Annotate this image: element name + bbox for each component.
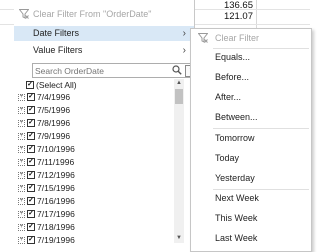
tree-item-label: (Select All)	[36, 80, 77, 90]
expand-plus-icon[interactable]: +	[18, 198, 25, 205]
date-values-tree: ✓ (Select All) + ✓ 7/4/1996 + ✓ 7/5/1996…	[18, 79, 184, 250]
checkbox-checked[interactable]: ✓	[27, 106, 35, 114]
date-filters-label: Date Filters	[33, 28, 80, 38]
checkbox-checked[interactable]: ✓	[27, 210, 35, 218]
cell-value[interactable]: 121.07	[193, 11, 253, 22]
checkbox-checked[interactable]: ✓	[27, 158, 35, 166]
submenu-item-label: Equals...	[215, 52, 251, 62]
submenu-item-label: After...	[215, 92, 242, 102]
value-filters-menu-item[interactable]: Value Filters ›	[14, 43, 194, 58]
submenu-tomorrow[interactable]: Tomorrow	[191, 131, 311, 145]
search-icon	[172, 65, 182, 77]
cell-value[interactable]: 136.65	[193, 0, 253, 11]
tree-item-label: 7/18/1996	[37, 222, 75, 232]
scrollbar-thumb[interactable]	[175, 89, 183, 104]
tree-item-label: 7/17/1996	[37, 209, 75, 219]
checkbox-checked[interactable]: ✓	[27, 184, 35, 192]
checkbox-checked[interactable]: ✓	[27, 132, 35, 140]
tree-item-label: 7/4/1996	[37, 92, 71, 102]
clear-filter-label: Clear Filter From "OrderDate"	[33, 9, 152, 19]
expand-plus-icon[interactable]: +	[18, 94, 25, 101]
submenu-after[interactable]: After...	[191, 90, 311, 104]
menu-separator	[213, 128, 309, 129]
submenu-item-label: Before...	[215, 72, 250, 82]
tree-item-label: 7/8/1996	[37, 118, 71, 128]
date-filters-submenu: Clear Filter Equals... Before... After..…	[190, 28, 312, 252]
tree-item-label: 7/10/1996	[37, 144, 75, 154]
submenu-this-week[interactable]: This Week	[191, 211, 311, 225]
tree-item-label: 7/9/1996	[37, 131, 71, 141]
funnel-icon	[197, 33, 209, 47]
scroll-down-arrow-icon[interactable]: ▼	[174, 234, 184, 243]
submenu-clear-filter[interactable]: Clear Filter	[191, 31, 311, 45]
checkbox-checked[interactable]: ✓	[27, 93, 35, 101]
checkbox-checked[interactable]: ✓	[27, 145, 35, 153]
submenu-today[interactable]: Today	[191, 151, 311, 165]
expand-plus-icon[interactable]: +	[18, 146, 25, 153]
search-orderdate-box: ▾	[32, 63, 200, 78]
submenu-item-label: Between...	[215, 112, 258, 122]
expand-plus-icon[interactable]: +	[18, 133, 25, 140]
expand-plus-icon[interactable]: +	[18, 211, 25, 218]
submenu-yesterday[interactable]: Yesterday	[191, 171, 311, 185]
menu-separator	[213, 48, 309, 49]
submenu-between[interactable]: Between...	[191, 110, 311, 124]
tree-item-label: 7/16/1996	[37, 196, 75, 206]
submenu-clear-filter-label: Clear Filter	[215, 33, 260, 43]
tree-item-label: 7/15/1996	[37, 183, 75, 193]
expand-plus-icon[interactable]: +	[18, 159, 25, 166]
expand-plus-icon[interactable]: +	[18, 120, 25, 127]
expand-plus-icon[interactable]: +	[18, 224, 25, 231]
tree-item-label: 7/11/1996	[37, 157, 75, 167]
submenu-item-label: Today	[215, 153, 240, 163]
checkbox-checked[interactable]: ✓	[26, 81, 34, 89]
date-filters-menu-item[interactable]: Date Filters ›	[14, 26, 194, 41]
submenu-item-label: Tomorrow	[215, 133, 255, 143]
tree-scrollbar[interactable]: ▲ ▼	[174, 79, 184, 243]
submenu-next-week[interactable]: Next Week	[191, 191, 311, 205]
submenu-last-week[interactable]: Last Week	[191, 231, 311, 245]
submenu-item-label: Last Week	[215, 233, 258, 243]
submenu-item-label: This Week	[215, 213, 258, 223]
expand-plus-icon[interactable]: +	[18, 172, 25, 179]
expand-plus-icon[interactable]: +	[18, 107, 25, 114]
checkbox-checked[interactable]: ✓	[27, 119, 35, 127]
expand-plus-icon[interactable]: +	[18, 185, 25, 192]
checkbox-checked[interactable]: ✓	[27, 197, 35, 205]
chevron-right-icon: ›	[182, 28, 186, 39]
checkbox-checked[interactable]: ✓	[27, 171, 35, 179]
chevron-right-icon: ›	[182, 45, 186, 56]
checkbox-checked[interactable]: ✓	[27, 236, 35, 244]
clear-filter-menu-item[interactable]: Clear Filter From "OrderDate"	[14, 7, 194, 22]
scroll-up-arrow-icon[interactable]: ▲	[174, 79, 184, 88]
submenu-before[interactable]: Before...	[191, 70, 311, 84]
tree-item-label: 7/12/1996	[37, 170, 75, 180]
menu-separator	[213, 189, 309, 190]
submenu-item-label: Yesterday	[215, 173, 255, 183]
tree-item-label: 7/5/1996	[37, 105, 71, 115]
expand-plus-icon[interactable]: +	[18, 237, 25, 244]
submenu-item-label: Next Week	[215, 193, 259, 203]
funnel-icon	[18, 9, 30, 24]
value-filters-label: Value Filters	[33, 45, 83, 55]
search-input[interactable]	[35, 64, 165, 77]
submenu-equals[interactable]: Equals...	[191, 50, 311, 64]
checkbox-checked[interactable]: ✓	[27, 223, 35, 231]
tree-item-label: 7/19/1996	[37, 235, 75, 245]
